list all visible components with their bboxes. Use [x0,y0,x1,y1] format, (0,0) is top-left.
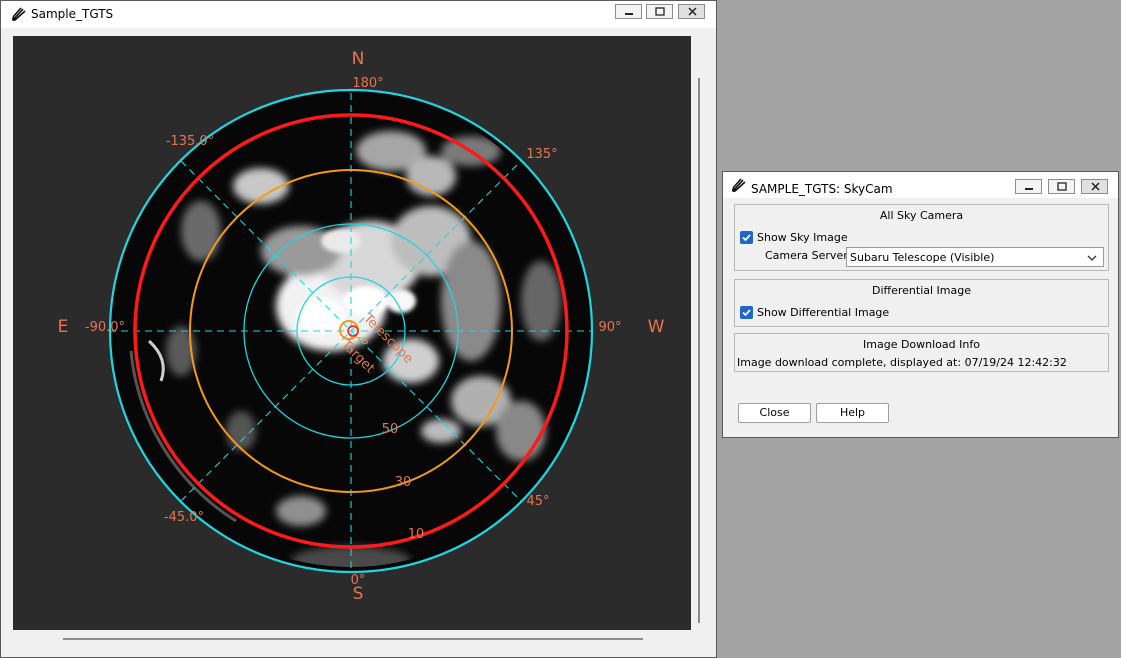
azimuth-label-minus-135: -135.0° [166,134,214,149]
sky-map[interactable]: N S E W 180° 0° -90.0° 90° -135.0° 135° … [13,36,691,630]
horizontal-scroll-thumb[interactable] [63,638,643,640]
camera-server-select[interactable]: Subaru Telescope (Visible) [846,247,1104,267]
dialog-close-button[interactable] [1081,179,1108,194]
main-window: Sample_TGTS N S E W 180° 0° -90.0° 90° -… [0,0,717,658]
dialog-titlebar[interactable]: SAMPLE_TGTS: SkyCam [723,172,1118,198]
target-abbrev-label: TS [355,336,368,347]
skycam-dialog: SAMPLE_TGTS: SkyCam All Sky Camera Show … [722,171,1119,438]
main-window-title: Sample_TGTS [31,7,114,21]
show-diff-image-checkbox[interactable] [740,306,753,319]
azimuth-label-0: 0° [351,573,366,588]
elevation-label-10: 10 [408,527,425,542]
close-dialog-button[interactable]: Close [738,403,811,423]
compass-east: E [58,317,69,337]
comet-icon [731,177,747,193]
download-info-group: Image Download Info Image download compl… [734,333,1109,372]
azimuth-label-135: 135° [526,147,557,162]
show-diff-image-label: Show Differential Image [757,306,890,319]
close-button[interactable] [678,4,705,19]
checkmark-icon [742,309,751,317]
main-titlebar[interactable]: Sample_TGTS [1,1,716,28]
download-status-text: Image download complete, displayed at: 0… [737,356,1067,369]
horizontal-scrollbar[interactable] [13,630,693,648]
elevation-label-50: 50 [382,422,399,437]
azimuth-label-45: 45° [526,494,549,509]
show-sky-image-row[interactable]: Show Sky Image [740,231,940,247]
comet-icon [11,6,27,22]
camera-server-label: Camera Server: [765,249,852,262]
azimuth-label-90: 90° [598,320,621,335]
azimuth-label-180: 180° [352,76,383,91]
sky-camera-group: All Sky Camera Show Sky Image Camera Ser… [734,204,1109,271]
sky-camera-heading: All Sky Camera [879,209,964,222]
sky-map-canvas[interactable]: N S E W 180° 0° -90.0° 90° -135.0° 135° … [13,36,691,630]
azimuth-label-minus-45: -45.0° [164,510,204,525]
vertical-scroll-thumb[interactable] [698,78,700,623]
differential-group: Differential Image Show Differential Ima… [734,279,1109,327]
azimuth-label-minus-90: -90.0° [85,320,125,335]
elevation-label-30: 30 [395,475,412,490]
download-info-heading: Image Download Info [863,338,980,351]
dialog-maximize-button[interactable] [1048,179,1075,194]
vertical-scrollbar[interactable] [693,36,707,630]
dialog-minimize-button[interactable] [1015,179,1042,194]
chevron-down-icon [1087,255,1097,261]
minimize-button[interactable] [615,4,642,19]
show-sky-image-label: Show Sky Image [757,231,848,244]
show-sky-image-checkbox[interactable] [740,231,753,244]
compass-west: W [648,317,665,337]
checkmark-icon [742,234,751,242]
compass-north: N [352,49,365,69]
help-button[interactable]: Help [816,403,889,423]
show-diff-image-row[interactable]: Show Differential Image [740,306,960,322]
maximize-button[interactable] [646,4,673,19]
differential-heading: Differential Image [871,284,971,297]
dialog-title: SAMPLE_TGTS: SkyCam [751,182,893,196]
camera-server-value: Subaru Telescope (Visible) [850,251,995,264]
